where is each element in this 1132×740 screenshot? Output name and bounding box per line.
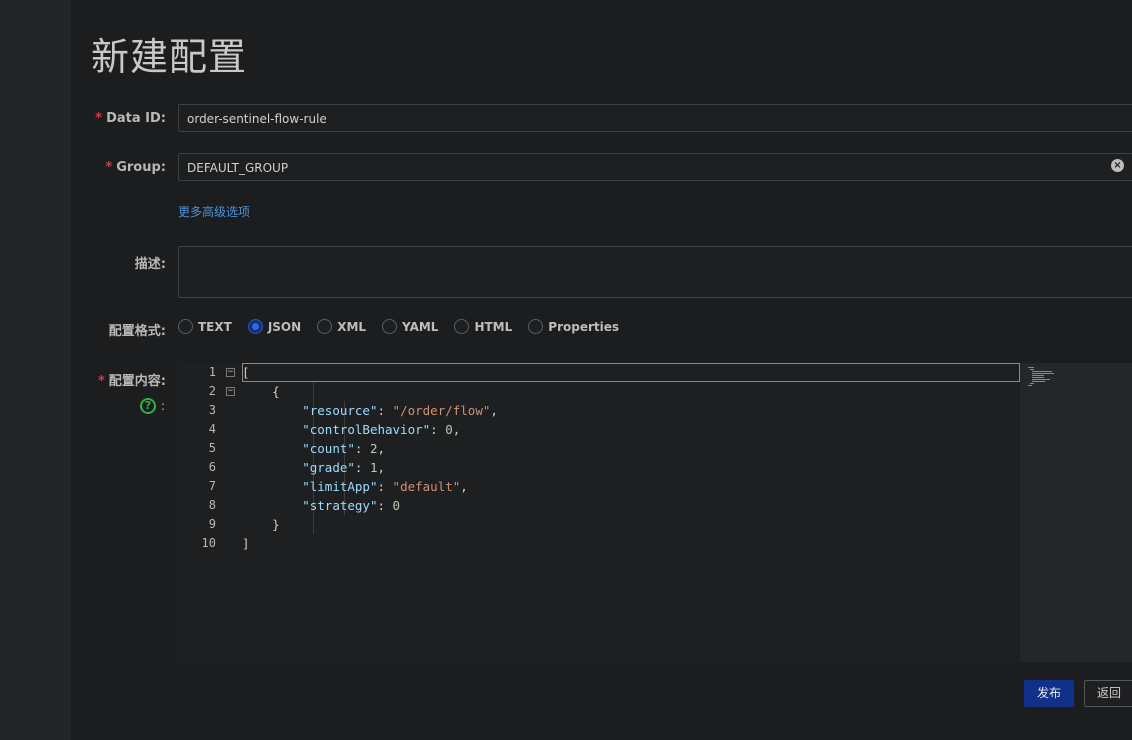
help-colon: : — [161, 399, 166, 413]
minimap-line — [1030, 369, 1034, 370]
advanced-options-link[interactable]: 更多高级选项 — [178, 203, 250, 220]
code-line: ] — [242, 536, 250, 551]
line-number: 3 — [208, 403, 216, 417]
minimap-line — [1032, 375, 1044, 376]
description-label: 描述: — [134, 257, 166, 272]
format-option-label: TEXT — [198, 319, 232, 334]
line-number: 1 — [208, 365, 216, 379]
radio-circle[interactable] — [178, 319, 193, 334]
json-value: 1 — [369, 460, 378, 475]
json-punct: , — [377, 460, 386, 475]
line-number: 10 — [201, 536, 216, 550]
current-line-highlight — [242, 363, 1020, 382]
code-line: "grade": 1, — [302, 460, 386, 475]
json-punct: , — [490, 403, 498, 418]
format-option-text[interactable]: TEXT — [178, 319, 232, 334]
minimap-line — [1032, 379, 1050, 380]
minimap-line — [1028, 367, 1034, 368]
format-option-html[interactable]: HTML — [454, 319, 512, 334]
code-line: { — [242, 384, 280, 399]
required-mark: * — [105, 160, 113, 175]
code-line: "limitApp": "default", — [302, 479, 468, 494]
code-line: } — [242, 517, 280, 532]
sidebar — [0, 0, 71, 740]
main-panel: 新建配置 * Data ID: order-sentinel-flow-rule … — [71, 0, 1132, 740]
clear-icon[interactable]: × — [1111, 159, 1124, 172]
fold-toggle-icon[interactable]: − — [226, 368, 235, 377]
back-button[interactable]: 返回 — [1084, 680, 1132, 707]
minimap-line — [1032, 373, 1054, 374]
json-punct: , — [452, 422, 461, 437]
group-label: * Group: — [105, 160, 166, 175]
radio-circle[interactable] — [382, 319, 398, 334]
json-key: "controlBehavior" — [302, 422, 431, 437]
code-line: "controlBehavior": 0, — [302, 422, 461, 437]
minimap-line — [1032, 381, 1045, 382]
json-punct: , — [377, 441, 386, 456]
fold-toggle-icon[interactable]: − — [226, 387, 235, 396]
line-number: 8 — [208, 498, 216, 512]
code-line: "count": 2, — [302, 441, 386, 456]
line-number: 9 — [208, 517, 216, 531]
line-number: 2 — [208, 384, 216, 398]
format-option-label: HTML — [474, 319, 513, 334]
json-value: 2 — [369, 441, 378, 456]
json-value: "/order/flow" — [392, 403, 491, 418]
format-option-yaml[interactable]: YAML — [382, 319, 438, 334]
help-icon[interactable]: ? — [140, 398, 156, 414]
line-number: 4 — [208, 422, 216, 436]
page-title: 新建配置 — [91, 35, 248, 79]
format-option-label: XML — [337, 319, 367, 334]
json-key: "count" — [302, 441, 355, 456]
content-label: * 配置内容: — [97, 374, 166, 389]
json-key: "resource" — [302, 403, 378, 418]
json-value: 0 — [392, 498, 401, 513]
json-key: "grade" — [302, 460, 355, 475]
minimap-line — [1030, 383, 1034, 384]
editor-minimap[interactable] — [1020, 363, 1132, 662]
required-mark: * — [95, 111, 103, 126]
line-number: 5 — [208, 441, 216, 455]
radio-circle[interactable] — [317, 319, 333, 334]
editor-gutter: 1 − 2 − 3 4 5 6 7 8 9 10 — [178, 363, 242, 662]
code-editor[interactable]: 1−2−3 4 5 6 7 8 9 10 [ { "resource": "/order/fl… — [178, 363, 1132, 662]
json-key: "strategy" — [302, 498, 378, 513]
minimap-line — [1032, 377, 1044, 378]
json-key: "limitApp" — [302, 479, 378, 494]
line-number: 6 — [208, 460, 216, 474]
code-line: "strategy": 0 — [302, 498, 401, 513]
data-id-input[interactable]: order-sentinel-flow-rule — [178, 104, 1132, 132]
format-option-label: JSON — [267, 319, 302, 334]
data-id-label: * Data ID: — [95, 111, 166, 126]
format-radio-group: TEXT JSON XML YAML HTML Properties — [178, 319, 635, 334]
radio-circle[interactable] — [247, 319, 263, 334]
code-line: [ — [242, 365, 250, 380]
minimap-line — [1028, 385, 1032, 386]
format-option-xml[interactable]: XML — [317, 319, 366, 334]
radio-circle[interactable] — [528, 319, 544, 334]
json-value: "default" — [392, 479, 461, 494]
publish-button[interactable]: 发布 — [1024, 680, 1074, 707]
description-textarea[interactable] — [178, 246, 1132, 298]
format-label: 配置格式: — [108, 324, 166, 339]
format-option-json[interactable]: JSON — [247, 319, 302, 334]
line-number: 7 — [208, 479, 216, 493]
minimap-line — [1032, 371, 1052, 372]
format-option-label: Properties — [548, 319, 620, 334]
code-line: "resource": "/order/flow", — [302, 403, 498, 418]
group-input[interactable]: DEFAULT_GROUP — [178, 153, 1132, 181]
radio-circle[interactable] — [454, 319, 470, 334]
json-punct: , — [460, 479, 468, 494]
format-option-label: YAML — [402, 319, 439, 334]
required-mark: * — [97, 374, 105, 389]
format-option-properties[interactable]: Properties — [528, 319, 619, 334]
json-value: 0 — [445, 422, 453, 437]
